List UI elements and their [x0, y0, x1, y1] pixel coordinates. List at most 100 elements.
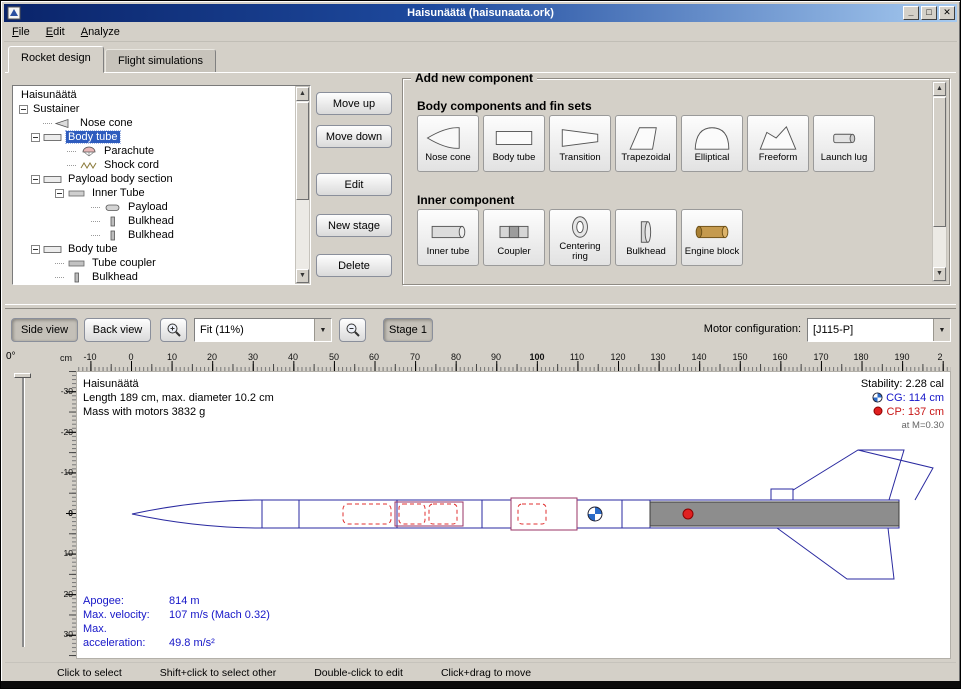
add-coupler-button[interactable]: Coupler: [483, 209, 545, 266]
ruler-label: 30: [64, 629, 73, 639]
scrollbar-thumb[interactable]: [933, 97, 946, 227]
component-label: Nose cone: [424, 152, 471, 163]
titlebar[interactable]: Haisunäätä (haisunaata.ork) _ □ ✕: [4, 4, 957, 22]
collapse-icon[interactable]: [19, 105, 28, 114]
tree-item-label[interactable]: Inner Tube: [90, 187, 147, 199]
component-tree[interactable]: Haisunäätä Sustainer Nose cone Body tube…: [12, 85, 311, 285]
add-freeform-fin-button[interactable]: Freeform: [747, 115, 809, 172]
menu-edit[interactable]: Edit: [38, 24, 73, 40]
minimize-button[interactable]: _: [903, 6, 919, 20]
delete-button[interactable]: Delete: [316, 254, 392, 277]
chevron-down-icon[interactable]: ▼: [314, 319, 331, 341]
tree-item-label[interactable]: Payload: [126, 201, 170, 213]
tree-item-bulkhead[interactable]: Bulkhead: [15, 270, 294, 284]
maximize-button[interactable]: □: [921, 6, 937, 20]
tree-item-payload[interactable]: Payload: [15, 200, 294, 214]
add-engine-block-button[interactable]: Engine block: [681, 209, 743, 266]
scrollbar-thumb[interactable]: [296, 102, 309, 200]
chevron-down-icon[interactable]: ▼: [933, 319, 950, 341]
tree-item-label[interactable]: Bulkhead: [90, 271, 140, 283]
add-trapezoidal-fin-button[interactable]: Trapezoidal: [615, 115, 677, 172]
trapezoidal-fin-icon: [623, 124, 669, 152]
split-divider[interactable]: [5, 304, 956, 309]
rocket-dimensions: Length 189 cm, max. diameter 10.2 cm: [83, 391, 274, 405]
tree-item-label[interactable]: Sustainer: [31, 103, 81, 115]
tree-item-label[interactable]: Bulkhead: [126, 215, 176, 227]
rotation-slider-handle[interactable]: [14, 373, 31, 378]
scroll-down-icon[interactable]: ▼: [296, 269, 309, 283]
tree-item-body-tube[interactable]: Body tube: [15, 130, 294, 144]
tree-item-label-selected[interactable]: Body tube: [66, 131, 120, 143]
zoom-in-button[interactable]: [160, 318, 187, 342]
collapse-icon[interactable]: [55, 189, 64, 198]
edit-button[interactable]: Edit: [316, 173, 392, 196]
apogee-label: Apogee:: [83, 594, 169, 608]
zoom-select[interactable]: Fit (11%) ▼: [194, 318, 332, 342]
scroll-down-icon[interactable]: ▼: [933, 267, 946, 281]
add-launch-lug-button[interactable]: Launch lug: [813, 115, 875, 172]
tab-rocket-design[interactable]: Rocket design: [8, 46, 104, 73]
collapse-icon[interactable]: [31, 245, 40, 254]
add-elliptical-fin-button[interactable]: Elliptical: [681, 115, 743, 172]
stage-1-toggle[interactable]: Stage 1: [383, 318, 433, 342]
tree-item-bulkhead[interactable]: Bulkhead: [15, 228, 294, 242]
rotation-slider[interactable]: [22, 375, 25, 647]
tree-item-parachute[interactable]: Parachute: [15, 144, 294, 158]
zoom-out-button[interactable]: [339, 318, 366, 342]
tree-item-label[interactable]: Tube coupler: [90, 257, 158, 269]
elliptical-fin-icon: [689, 124, 735, 152]
transition-icon: [557, 124, 603, 152]
close-button[interactable]: ✕: [939, 6, 955, 20]
tree-item-rocket[interactable]: Haisunäätä: [15, 88, 294, 102]
rocket-canvas[interactable]: Haisunäätä Length 189 cm, max. diameter …: [76, 371, 951, 659]
add-inner-tube-button[interactable]: Inner tube: [417, 209, 479, 266]
move-up-button[interactable]: Move up: [316, 92, 392, 115]
horizontal-ruler: -10 0 10 20 30 40 50 60 70 80 90 100 110…: [76, 351, 951, 371]
menu-file[interactable]: File: [4, 24, 38, 40]
add-body-tube-button[interactable]: Body tube: [483, 115, 545, 172]
tree-item-label[interactable]: Nose cone: [78, 117, 135, 129]
tree-item-sustainer[interactable]: Sustainer: [15, 102, 294, 116]
tree-item-tube-coupler[interactable]: Tube coupler: [15, 256, 294, 270]
freeform-fin-icon: [755, 124, 801, 152]
tree-item-inner-tube[interactable]: Inner Tube: [15, 186, 294, 200]
new-stage-button[interactable]: New stage: [316, 214, 392, 237]
tree-item-label[interactable]: Parachute: [102, 145, 156, 157]
ruler-label: 0: [128, 352, 133, 362]
tree-scrollbar[interactable]: ▲ ▼: [295, 86, 310, 284]
scroll-up-icon[interactable]: ▲: [296, 87, 309, 101]
collapse-icon[interactable]: [31, 175, 40, 184]
tree-item-bulkhead[interactable]: Bulkhead: [15, 214, 294, 228]
ruler-label: 150: [732, 352, 747, 362]
ruler-label: 0: [68, 508, 73, 518]
component-label: Freeform: [758, 152, 799, 163]
add-bulkhead-button[interactable]: Bulkhead: [615, 209, 677, 266]
add-centering-ring-button[interactable]: Centering ring: [549, 209, 611, 266]
tree-item-label[interactable]: Haisunäätä: [19, 89, 79, 101]
back-view-button[interactable]: Back view: [84, 318, 151, 342]
tab-flight-simulations[interactable]: Flight simulations: [105, 49, 216, 73]
tree-item-label[interactable]: Bulkhead: [126, 229, 176, 241]
component-panel-scrollbar[interactable]: ▲ ▼: [932, 81, 947, 282]
motor-configuration-select[interactable]: [J115-P] ▼: [807, 318, 951, 342]
body-tube-icon: [43, 244, 63, 255]
tree-item-label[interactable]: Shock cord: [102, 159, 161, 171]
move-down-button[interactable]: Move down: [316, 125, 392, 148]
body-tube-icon: [491, 124, 537, 152]
add-nose-cone-button[interactable]: Nose cone: [417, 115, 479, 172]
scroll-up-icon[interactable]: ▲: [933, 82, 946, 96]
component-label: Body tube: [492, 152, 537, 163]
tree-item-shock-cord[interactable]: Shock cord: [15, 158, 294, 172]
side-view-button[interactable]: Side view: [11, 318, 78, 342]
stability-value: 2.28 cal: [905, 378, 944, 390]
add-transition-button[interactable]: Transition: [549, 115, 611, 172]
apogee-value: 814 m: [169, 595, 200, 607]
tree-item-body-tube-2[interactable]: Body tube: [15, 242, 294, 256]
tree-item-payload-body-section[interactable]: Payload body section: [15, 172, 294, 186]
menu-analyze[interactable]: Analyze: [73, 24, 128, 40]
component-label: Bulkhead: [625, 246, 667, 257]
collapse-icon[interactable]: [31, 133, 40, 142]
tree-item-label[interactable]: Payload body section: [66, 173, 175, 185]
tree-item-label[interactable]: Body tube: [66, 243, 120, 255]
tree-item-nose-cone[interactable]: Nose cone: [15, 116, 294, 130]
